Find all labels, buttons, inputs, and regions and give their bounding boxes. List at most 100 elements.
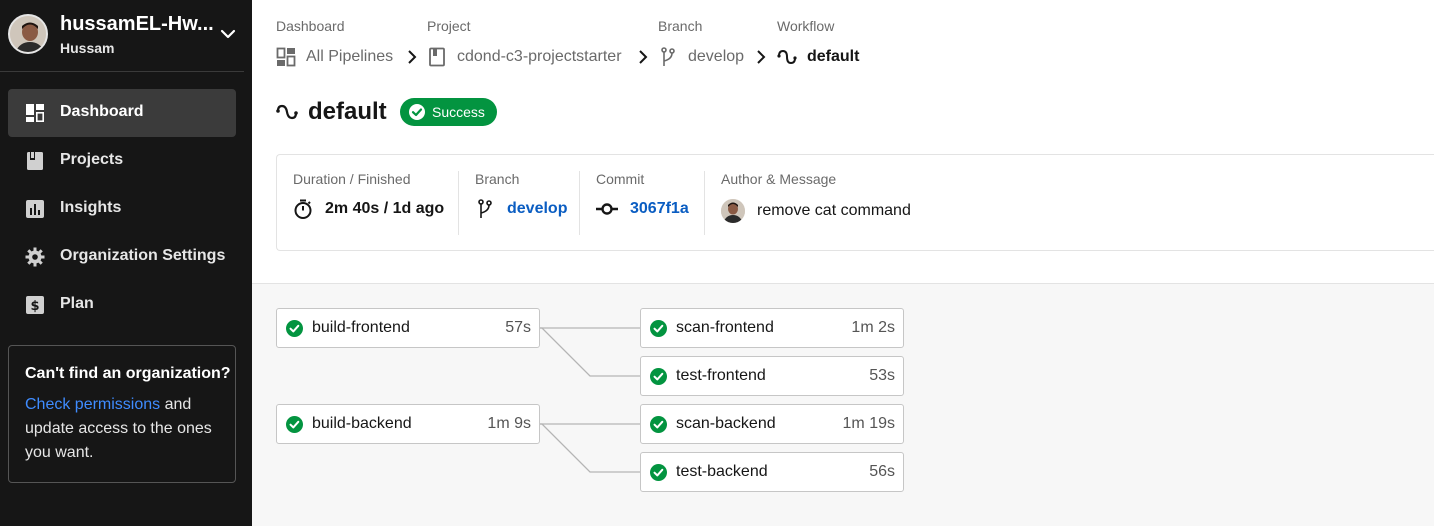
stopwatch-icon xyxy=(294,199,312,219)
workflow-icon xyxy=(777,49,797,65)
job-scan-backend[interactable]: scan-backend 1m 19s xyxy=(640,404,904,444)
branch-text: develop xyxy=(507,200,568,217)
job-duration: 1m 9s xyxy=(487,415,531,432)
job-duration: 1m 19s xyxy=(842,415,895,432)
svg-text:$: $ xyxy=(30,299,39,314)
job-duration: 56s xyxy=(869,463,895,480)
job-duration: 1m 2s xyxy=(851,319,895,336)
duration-label: Duration / Finished xyxy=(293,171,411,187)
chart-icon xyxy=(26,200,44,218)
job-duration: 53s xyxy=(869,367,895,384)
job-build-backend[interactable]: build-backend 1m 9s xyxy=(276,404,540,444)
check-circle-icon xyxy=(409,104,425,120)
divider xyxy=(579,171,580,235)
breadcrumb-text: All Pipelines xyxy=(306,48,394,65)
breadcrumb-project[interactable]: cdond-c3-projectstarter xyxy=(427,46,622,68)
dollar-icon: $ xyxy=(26,296,44,314)
workflow-summary: Duration / Finished 2m 40s / 1d ago Bran… xyxy=(276,154,1434,251)
job-name: test-backend xyxy=(676,463,768,480)
commit-message: remove cat command xyxy=(757,202,911,219)
job-name: build-frontend xyxy=(312,319,410,336)
help-text: Check permissions and update access to t… xyxy=(25,393,219,465)
job-build-frontend[interactable]: build-frontend 57s xyxy=(276,308,540,348)
success-icon xyxy=(286,320,303,337)
sidebar-item-label: Organization Settings xyxy=(60,247,226,264)
breadcrumb-text: default xyxy=(807,48,860,65)
chevron-right-icon xyxy=(757,50,766,64)
sidebar-item-label: Dashboard xyxy=(60,103,144,120)
author-avatar xyxy=(721,199,745,223)
main-content: Dashboard Project Branch Workflow All Pi… xyxy=(252,0,1434,526)
breadcrumb-text: develop xyxy=(688,48,745,65)
commit-icon xyxy=(596,203,618,215)
success-icon xyxy=(650,416,667,433)
success-icon xyxy=(650,464,667,481)
breadcrumb-all-pipelines[interactable]: All Pipelines xyxy=(276,46,393,68)
commit-section: Commit 3067f1a xyxy=(596,171,689,235)
breadcrumb-text: cdond-c3-projectstarter xyxy=(457,48,622,65)
divider xyxy=(704,171,705,235)
org-avatar xyxy=(8,14,48,54)
workflow-graph: build-frontend 57s scan-frontend 1m 2s t… xyxy=(252,283,1434,526)
success-icon xyxy=(286,416,303,433)
success-icon xyxy=(650,320,667,337)
author-label: Author & Message xyxy=(721,171,837,187)
chevron-right-icon xyxy=(408,50,417,64)
job-name: scan-backend xyxy=(676,415,776,432)
help-title: Can't find an organization? xyxy=(25,365,231,382)
sidebar: hussamEL-Hw... Hussam Dashboard Projects xyxy=(0,0,252,526)
duration-section: Duration / Finished 2m 40s / 1d ago xyxy=(293,171,444,235)
status-text: Success xyxy=(432,104,485,120)
sidebar-item-projects[interactable]: Projects xyxy=(8,137,236,185)
divider xyxy=(458,171,459,235)
sidebar-item-plan[interactable]: $ Plan xyxy=(8,281,236,329)
job-name: scan-frontend xyxy=(676,319,774,336)
job-test-backend[interactable]: test-backend 56s xyxy=(640,452,904,492)
sidebar-item-label: Plan xyxy=(60,295,94,312)
book-icon xyxy=(27,152,43,170)
commit-text: 3067f1a xyxy=(630,200,689,217)
branch-icon xyxy=(661,47,675,66)
sidebar-item-insights[interactable]: Insights xyxy=(8,185,236,233)
breadcrumb-label-branch: Branch xyxy=(658,18,703,34)
org-name: hussamEL-Hw... xyxy=(60,13,214,35)
breadcrumb-workflow[interactable]: default xyxy=(777,46,859,68)
commit-label: Commit xyxy=(596,171,645,187)
workflow-icon xyxy=(276,104,298,120)
branch-section: Branch develop xyxy=(475,171,567,235)
pipelines-icon xyxy=(276,47,296,67)
author-message: remove cat command xyxy=(721,199,911,223)
sidebar-item-label: Insights xyxy=(60,199,122,216)
branch-link[interactable]: develop xyxy=(475,199,567,219)
branch-label: Branch xyxy=(475,171,520,187)
duration-value: 2m 40s / 1d ago xyxy=(293,199,444,219)
job-duration: 57s xyxy=(505,319,531,336)
gear-icon xyxy=(25,247,45,267)
job-name: test-frontend xyxy=(676,367,766,384)
sidebar-item-label: Projects xyxy=(60,151,124,168)
chevron-down-icon[interactable] xyxy=(219,27,237,41)
success-icon xyxy=(650,368,667,385)
job-test-frontend[interactable]: test-frontend 53s xyxy=(640,356,904,396)
duration-text: 2m 40s / 1d ago xyxy=(325,200,445,217)
org-switcher[interactable]: hussamEL-Hw... Hussam xyxy=(0,0,244,72)
status-badge: Success xyxy=(400,98,497,126)
dashboard-icon xyxy=(26,104,45,122)
chevron-right-icon xyxy=(639,50,648,64)
breadcrumb-label-dashboard: Dashboard xyxy=(276,18,345,34)
breadcrumb-branch[interactable]: develop xyxy=(658,46,744,68)
branch-icon xyxy=(478,199,492,218)
breadcrumb-label-workflow: Workflow xyxy=(777,18,835,34)
check-permissions-link[interactable]: Check permissions xyxy=(25,396,160,413)
page-title: default xyxy=(308,98,387,125)
job-scan-frontend[interactable]: scan-frontend 1m 2s xyxy=(640,308,904,348)
workflow-header: default xyxy=(276,96,387,128)
org-help-box: Can't find an organization? Check permis… xyxy=(8,345,236,483)
org-username: Hussam xyxy=(60,40,115,56)
book-icon xyxy=(429,47,445,67)
author-section: Author & Message remove cat command xyxy=(721,171,911,235)
commit-link[interactable]: 3067f1a xyxy=(596,199,689,219)
sidebar-item-organization-settings[interactable]: Organization Settings xyxy=(8,233,236,281)
breadcrumb-label-project: Project xyxy=(427,18,471,34)
sidebar-item-dashboard[interactable]: Dashboard xyxy=(8,89,236,137)
